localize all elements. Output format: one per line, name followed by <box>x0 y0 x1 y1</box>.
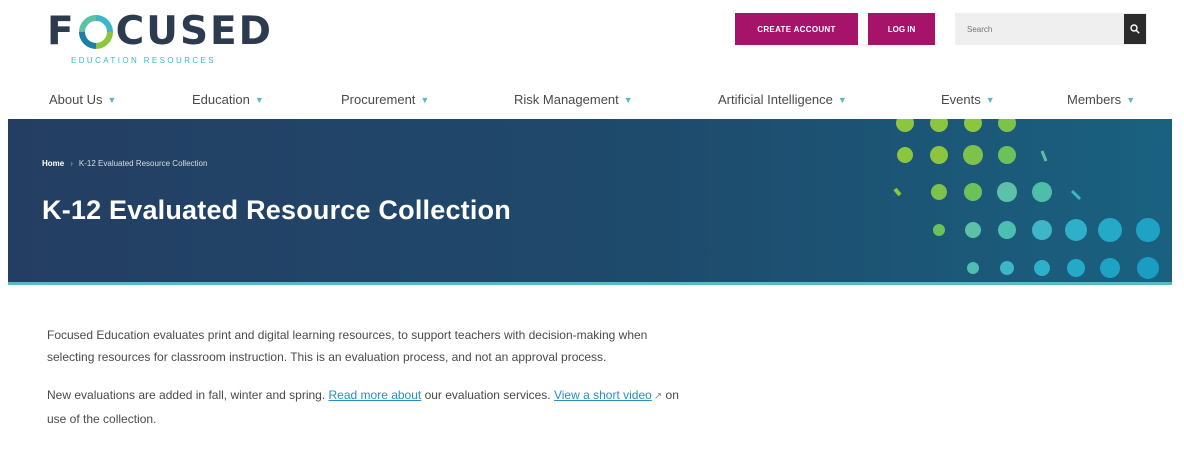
nav-item-risk-management[interactable]: Risk Management ▼ <box>514 92 633 107</box>
search-button[interactable] <box>1124 14 1146 44</box>
logo-letter-f: F <box>47 9 76 54</box>
nav-item-procurement[interactable]: Procurement ▼ <box>341 92 429 107</box>
page-title: K-12 Evaluated Resource Collection <box>42 195 511 225</box>
chevron-down-icon: ▼ <box>1126 94 1136 105</box>
nav-item-artificial-intelligence[interactable]: Artificial Intelligence ▼ <box>718 92 847 107</box>
hero-bottom-accent <box>8 282 1172 285</box>
log-in-button[interactable]: LOG IN <box>868 13 935 45</box>
nav-item-label: Risk Management <box>514 92 619 107</box>
evaluations-paragraph: New evaluations are added in fall, winte… <box>47 384 687 430</box>
chevron-down-icon: ▼ <box>420 94 430 105</box>
breadcrumb-separator: › <box>70 159 73 168</box>
main-nav: About Us ▼ Education ▼ Procurement ▼ Risk M… <box>0 84 1184 116</box>
nav-item-label: About Us <box>49 92 103 107</box>
read-more-link[interactable]: Read more about <box>329 388 422 402</box>
chevron-down-icon: ▼ <box>623 94 633 105</box>
search-icon <box>1130 24 1140 34</box>
nav-item-label: Procurement <box>341 92 416 107</box>
nav-item-label: Artificial Intelligence <box>718 92 833 107</box>
chevron-down-icon: ▼ <box>254 94 264 105</box>
para-text: New evaluations are added in fall, winte… <box>47 388 329 402</box>
chevron-down-icon: ▼ <box>985 94 995 105</box>
nav-item-education[interactable]: Education ▼ <box>192 92 264 107</box>
logo-letters-cused: CUSED <box>115 9 274 54</box>
external-link-icon: ↗ <box>653 391 663 402</box>
view-video-link[interactable]: View a short video <box>554 388 652 402</box>
logo-subtitle: EDUCATION RESOURCES <box>71 56 217 65</box>
breadcrumb-home-link[interactable]: Home <box>42 159 64 168</box>
nav-item-label: Events <box>941 92 981 107</box>
nav-item-label: Education <box>192 92 250 107</box>
decorative-dots-graphic <box>893 119 1160 279</box>
site-header: F CUSED EDUCATION RESOURCES CREATE ACCOU… <box>0 0 1184 78</box>
intro-paragraph: Focused Education evaluates print and di… <box>47 328 648 364</box>
chevron-down-icon: ▼ <box>837 94 847 105</box>
main-content: Focused Education evaluates print and di… <box>47 324 687 446</box>
nav-item-members[interactable]: Members ▼ <box>1067 92 1135 107</box>
focused-logo[interactable]: F CUSED EDUCATION RESOURCES <box>47 10 273 66</box>
para-text: our evaluation services. <box>421 388 554 402</box>
search-box <box>955 13 1147 45</box>
breadcrumb-current: K-12 Evaluated Resource Collection <box>78 159 208 168</box>
nav-item-about-us[interactable]: About Us ▼ <box>49 92 116 107</box>
nav-item-label: Members <box>1067 92 1122 107</box>
nav-item-events[interactable]: Events ▼ <box>941 92 995 107</box>
logo-o-icon <box>78 15 113 49</box>
chevron-down-icon: ▼ <box>107 94 117 105</box>
breadcrumb: Home › K-12 Evaluated Resource Collectio… <box>42 159 207 168</box>
create-account-button[interactable]: CREATE ACCOUNT <box>735 13 858 45</box>
page-hero-banner: Home › K-12 Evaluated Resource Collectio… <box>8 119 1172 282</box>
search-input[interactable] <box>955 13 1124 45</box>
logo-wordmark: F CUSED <box>47 10 273 54</box>
